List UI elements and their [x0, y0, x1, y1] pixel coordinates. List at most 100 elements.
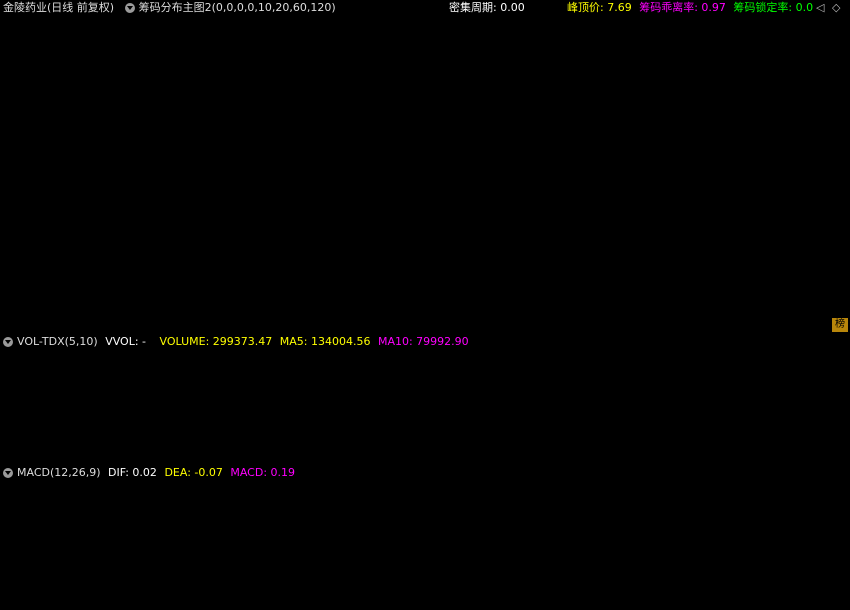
volume-bar — [719, 447, 725, 461]
candle-body — [95, 226, 101, 231]
chip-bar — [548, 168, 558, 175]
candle-body — [269, 219, 275, 227]
candle-body — [755, 248, 761, 254]
chip-bar — [636, 168, 646, 174]
volume-bar — [131, 447, 137, 461]
chip-bar — [647, 164, 657, 169]
candle-body — [59, 224, 65, 227]
volume-bar — [707, 444, 713, 461]
diamond-icon[interactable]: ◇ — [832, 1, 840, 14]
candle-body — [125, 230, 131, 233]
main-indicator-name[interactable]: 筹码分布主图2(0,0,0,0,10,20,60,120) — [139, 1, 336, 14]
candle-body — [737, 247, 743, 252]
chip-bar — [383, 160, 393, 169]
chip-bar — [328, 170, 338, 180]
volume-bar — [611, 450, 617, 461]
chart-canvas[interactable]: 9.25 6.58 — [0, 0, 850, 610]
candle-body — [173, 230, 179, 236]
panel-frame — [0, 349, 848, 463]
candle-body — [749, 247, 755, 251]
candle-body — [767, 241, 773, 249]
candle-body — [191, 229, 197, 232]
period-label[interactable]: (日线 前复权) — [47, 1, 114, 14]
volume-bar — [125, 444, 131, 461]
candle-body — [431, 231, 437, 239]
candle-body — [635, 185, 641, 192]
moving-average-lines — [5, 141, 843, 250]
chip-bar — [339, 162, 349, 166]
volume-bar — [185, 446, 191, 461]
candle-body — [227, 222, 233, 225]
volume-bar — [59, 449, 65, 461]
volume-menu-icon[interactable] — [3, 337, 13, 347]
volume-bar — [173, 449, 179, 461]
chip-bar — [768, 161, 778, 174]
volume-indicator-name[interactable]: VOL-TDX(5,10) — [17, 335, 98, 348]
volume-ma5-line — [7, 379, 843, 454]
chip-stats: 峰顶价: 7.69 筹码乖离率: 0.97 筹码锁定率: 0.0 — [567, 0, 817, 16]
chip-bar — [488, 199, 500, 203]
volume-bar — [599, 395, 605, 461]
candle-body — [521, 169, 527, 178]
volume-bar — [443, 395, 449, 461]
volume-bar — [233, 447, 239, 461]
candle-body — [581, 125, 587, 137]
volume-bar — [617, 442, 623, 461]
candle-body — [107, 228, 113, 232]
volume-bar — [755, 442, 761, 461]
volume-bar — [227, 451, 233, 461]
chip-bar — [372, 171, 382, 178]
volume-bar — [725, 443, 731, 461]
candle-body — [803, 233, 809, 236]
candle-body — [599, 157, 605, 177]
candle-body — [395, 219, 401, 223]
chip-bar — [284, 170, 294, 183]
candle-body — [503, 145, 509, 155]
chip-bar — [559, 161, 569, 170]
grid-lines — [0, 15, 850, 607]
lock-rate-label: 筹码锁定率: 0.0 — [733, 1, 814, 14]
candle-body — [833, 206, 839, 212]
chip-bar — [526, 165, 536, 173]
macd-menu-icon[interactable] — [3, 468, 13, 478]
candle-body — [347, 220, 353, 223]
chip-bar — [196, 161, 206, 170]
vvol-label: VVOL: - — [105, 335, 147, 348]
candle-body — [773, 241, 779, 246]
triangle-left-icon[interactable]: ◁ — [816, 1, 824, 14]
macd-indicator-name[interactable]: MACD(12,26,9) — [17, 466, 101, 479]
chip-bar — [658, 158, 668, 170]
chip-bar — [5, 167, 130, 172]
volume-bar — [419, 451, 425, 461]
candle-body — [491, 107, 497, 135]
volume-bar — [551, 374, 557, 461]
candle-body — [149, 229, 155, 233]
volume-bar — [305, 445, 311, 461]
volume-bar — [545, 382, 551, 461]
volume-bar — [569, 403, 575, 461]
volume-bar — [89, 450, 95, 461]
candle-body — [215, 225, 221, 233]
chip-bar — [361, 163, 371, 173]
volume-bar — [629, 450, 635, 461]
candle-body — [305, 216, 311, 225]
candle-body — [371, 216, 377, 220]
candle-body — [653, 192, 659, 201]
volume-bar — [605, 372, 611, 461]
candle-body — [221, 224, 227, 231]
chip-bar — [603, 164, 613, 170]
candle-body — [791, 233, 797, 238]
stock-name[interactable]: 金陵药业 — [3, 1, 47, 14]
volume-bar — [107, 447, 113, 461]
chip-bar — [565, 128, 595, 134]
rank-badge[interactable]: 榜 — [832, 318, 848, 332]
volume-bar — [119, 452, 125, 461]
volume-bar — [155, 446, 161, 461]
volume-bar — [395, 453, 401, 461]
candle-body — [809, 223, 815, 228]
indicator-menu-icon[interactable] — [124, 3, 135, 13]
volume-bar — [353, 450, 359, 461]
candle-body — [287, 217, 293, 227]
chip-bar — [262, 162, 272, 167]
volume-bar — [491, 375, 497, 461]
